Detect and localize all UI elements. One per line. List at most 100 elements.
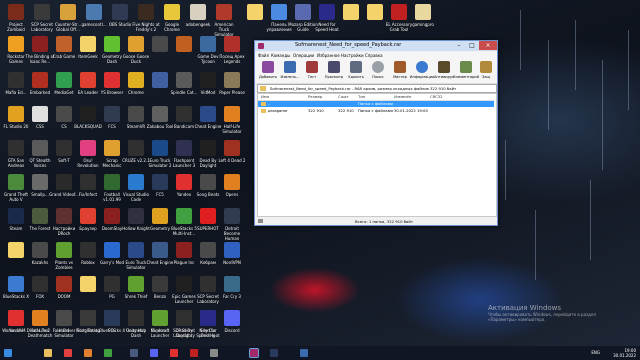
folder-icon xyxy=(261,102,266,106)
taskbar-opera[interactable] xyxy=(190,349,198,357)
folder-icon xyxy=(261,109,266,113)
info-button[interactable]: Информация xyxy=(410,60,434,82)
extract-icon xyxy=(284,61,296,73)
wizard-button[interactable]: Мастер xyxy=(389,60,411,82)
app-icon xyxy=(224,72,240,88)
app-icon xyxy=(104,242,120,258)
desktop-icon[interactable]: gamingpro xyxy=(408,2,438,42)
app-icon xyxy=(247,4,263,20)
window-title: Sofmarenest_Need_for_speed_Payback.rar xyxy=(295,42,402,48)
minimize-button[interactable]: – xyxy=(453,41,465,50)
app-icon xyxy=(152,36,168,52)
menu-help[interactable]: Справка xyxy=(365,53,383,58)
menu-favorites[interactable]: Избранное xyxy=(317,53,340,58)
menu-operations[interactable]: Операции xyxy=(293,53,314,58)
window-titlebar[interactable]: Sofmarenest_Need_for_speed_Payback.rar –… xyxy=(255,41,497,51)
col-name[interactable]: Имя xyxy=(261,94,269,100)
close-button[interactable]: × xyxy=(479,41,497,50)
app-icon xyxy=(80,310,96,326)
delete-button[interactable]: Удалить xyxy=(345,60,367,82)
app-icon xyxy=(32,208,48,224)
desktop-icon-label: Need for Speed Heat xyxy=(196,328,220,338)
desktop-icon-label: Paper Please xyxy=(219,90,245,95)
app-icon xyxy=(32,310,48,326)
app-icon xyxy=(224,106,240,122)
antivirus-button[interactable]: Антивирус xyxy=(433,60,455,82)
taskbar-firefox[interactable] xyxy=(84,349,92,357)
taskbar-steam[interactable] xyxy=(130,349,138,357)
app-icon xyxy=(128,36,144,52)
up-folder-icon[interactable] xyxy=(260,86,266,91)
app-icon xyxy=(224,276,240,292)
col-crc[interactable]: CRC32 xyxy=(430,94,443,100)
taskbar-steam-2[interactable] xyxy=(270,349,278,357)
taskbar-app-2[interactable] xyxy=(300,349,308,357)
col-type[interactable]: Тип xyxy=(358,94,365,100)
app-icon xyxy=(224,36,240,52)
taskbar-media[interactable] xyxy=(64,349,72,357)
extract-button[interactable]: Извлечь... xyxy=(279,60,301,82)
maximize-button[interactable]: □ xyxy=(466,41,478,50)
app-icon xyxy=(200,36,216,52)
app-icon xyxy=(80,208,96,224)
app-icon xyxy=(176,36,192,52)
app-icon xyxy=(8,310,24,326)
col-modified[interactable]: Изменён xyxy=(394,94,411,100)
table-row[interactable]: paragame 322 910 322 910 Папка с файлами… xyxy=(258,108,494,114)
col-packed[interactable]: Сжат xyxy=(338,94,349,100)
desktop-icon-label: Far Cry 3 xyxy=(223,294,241,299)
antivirus-icon xyxy=(438,61,450,73)
app-icon xyxy=(112,4,128,20)
taskbar-explorer[interactable] xyxy=(44,349,52,357)
app-icon xyxy=(200,174,216,190)
menu-file[interactable]: Файл xyxy=(258,53,269,58)
app-icon xyxy=(216,4,232,20)
app-icon xyxy=(56,174,72,190)
app-icon xyxy=(295,4,311,20)
app-icon xyxy=(176,242,192,258)
app-icon xyxy=(128,310,144,326)
app-icon xyxy=(176,208,192,224)
taskbar-discord[interactable] xyxy=(150,349,158,357)
table-row[interactable]: .. Папка с файлами xyxy=(258,101,494,107)
start-button[interactable] xyxy=(4,349,12,357)
protect-button[interactable]: Защ xyxy=(477,60,495,82)
desktop-icon-label: NordVPN xyxy=(223,260,241,265)
winrar-app-icon xyxy=(258,43,264,49)
app-icon xyxy=(104,208,120,224)
desktop-icon[interactable]: Need for Speed Heat xyxy=(193,308,223,348)
desktop-icon-label: Detroit Become Human xyxy=(223,226,241,241)
taskbar-chrome[interactable] xyxy=(104,349,112,357)
menu-settings[interactable]: Настройки xyxy=(341,53,364,58)
find-icon xyxy=(372,61,384,73)
language-indicator[interactable]: ENG xyxy=(591,350,600,355)
app-icon xyxy=(128,242,144,258)
desktop-icon[interactable]: Посещ Apex Legends xyxy=(217,34,247,74)
app-icon xyxy=(32,36,48,52)
menu-commands[interactable]: Команды xyxy=(271,53,290,58)
add-button[interactable]: Добавить xyxy=(257,60,279,82)
app-icon xyxy=(152,174,168,190)
app-icon xyxy=(200,208,216,224)
desktop-icon-label: Opens xyxy=(225,192,239,197)
test-button[interactable]: Тест xyxy=(301,60,323,82)
app-icon xyxy=(200,242,216,258)
toolbar: Добавить Извлечь... Тест Просмотр Удалит… xyxy=(255,59,497,84)
add-icon xyxy=(262,61,274,73)
app-icon xyxy=(176,174,192,190)
desktop-icon-label: Half-Life Simulator xyxy=(222,124,242,134)
taskbar-winrar[interactable] xyxy=(249,348,259,358)
view-button[interactable]: Просмотр xyxy=(323,60,345,82)
taskbar-app[interactable] xyxy=(210,349,218,357)
app-icon xyxy=(86,4,102,20)
find-button[interactable]: Поиск xyxy=(367,60,389,82)
app-icon xyxy=(104,174,120,190)
app-icon xyxy=(176,106,192,122)
system-tray[interactable]: 19:00 30.01.2022 xyxy=(613,348,636,358)
archive-path-bar[interactable]: Sofmarenest_Need_for_speed_Payback.rar -… xyxy=(257,84,497,93)
app-icon xyxy=(80,72,96,88)
taskbar-yandex[interactable] xyxy=(170,349,178,357)
app-icon xyxy=(8,36,24,52)
desktop-icon-label: gamingpro xyxy=(412,22,434,27)
col-size[interactable]: Размер xyxy=(308,94,322,100)
